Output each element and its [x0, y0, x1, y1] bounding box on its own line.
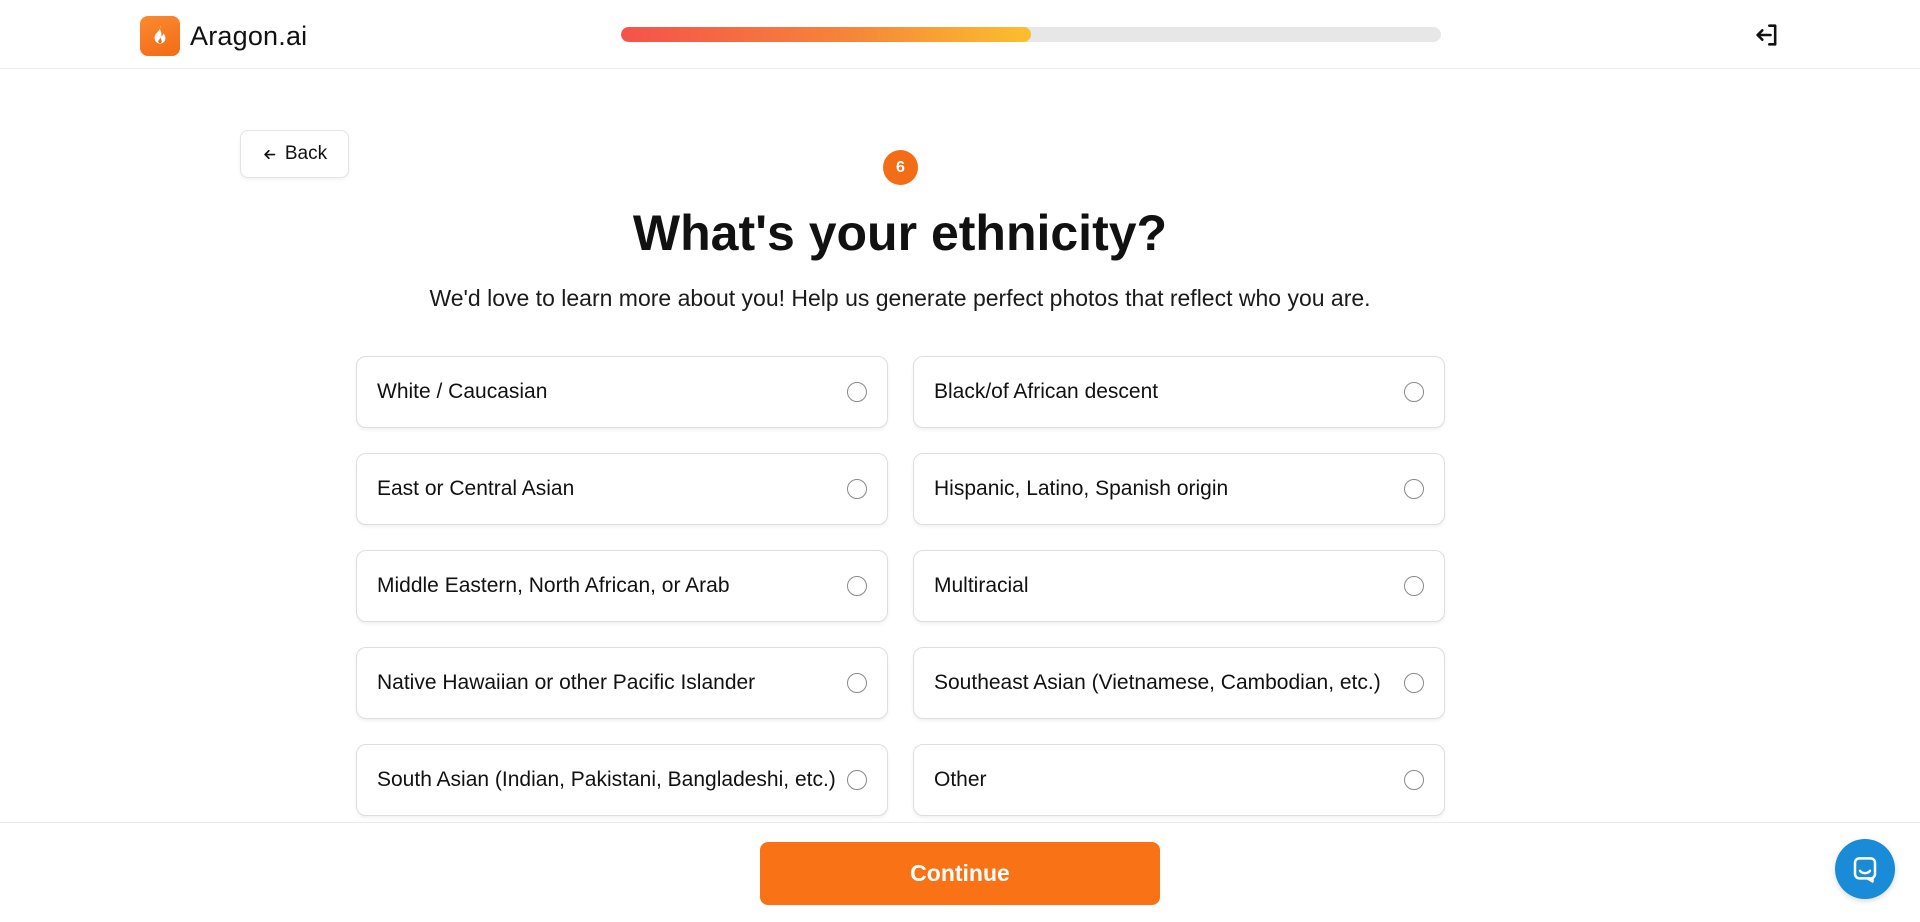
page-subtitle: We'd love to learn more about you! Help …: [429, 285, 1371, 311]
radio-button[interactable]: [847, 770, 867, 790]
option-label: White / Caucasian: [377, 380, 548, 403]
radio-button[interactable]: [847, 382, 867, 402]
chat-icon[interactable]: [1835, 839, 1895, 899]
option-label: Multiracial: [934, 574, 1029, 597]
progress-bar: [621, 27, 1441, 42]
option-white-caucasian[interactable]: White / Caucasian: [356, 356, 888, 428]
option-label: South Asian (Indian, Pakistani, Banglade…: [377, 768, 836, 791]
option-east-central-asian[interactable]: East or Central Asian: [356, 453, 888, 525]
footer-bar: Continue: [0, 822, 1920, 922]
option-southeast-asian[interactable]: Southeast Asian (Vietnamese, Cambodian, …: [913, 647, 1445, 719]
page-title: What's your ethnicity?: [632, 205, 1168, 261]
continue-button[interactable]: Continue: [760, 842, 1160, 905]
radio-button[interactable]: [1404, 479, 1424, 499]
option-black-african[interactable]: Black/of African descent: [913, 356, 1445, 428]
option-native-hawaiian[interactable]: Native Hawaiian or other Pacific Islande…: [356, 647, 888, 719]
radio-button[interactable]: [847, 576, 867, 596]
option-other[interactable]: Other: [913, 744, 1445, 816]
option-south-asian[interactable]: South Asian (Indian, Pakistani, Banglade…: [356, 744, 888, 816]
option-label: Southeast Asian (Vietnamese, Cambodian, …: [934, 671, 1381, 694]
step-badge: 6: [883, 150, 918, 185]
option-label: Native Hawaiian or other Pacific Islande…: [377, 671, 756, 694]
ethnicity-options: White / Caucasian Black/of African desce…: [356, 356, 1445, 816]
option-multiracial[interactable]: Multiracial: [913, 550, 1445, 622]
radio-button[interactable]: [1404, 382, 1424, 402]
option-hispanic-latino[interactable]: Hispanic, Latino, Spanish origin: [913, 453, 1445, 525]
radio-button[interactable]: [847, 673, 867, 693]
logout-icon[interactable]: [1752, 20, 1782, 50]
option-label: Hispanic, Latino, Spanish origin: [934, 477, 1229, 500]
option-label: East or Central Asian: [377, 477, 575, 500]
radio-button[interactable]: [1404, 673, 1424, 693]
brand-logo[interactable]: Aragon.ai: [140, 16, 307, 56]
back-button[interactable]: Back: [240, 130, 349, 178]
option-label: Black/of African descent: [934, 380, 1159, 403]
progress-fill: [621, 27, 1031, 42]
radio-button[interactable]: [1404, 770, 1424, 790]
option-label: Middle Eastern, North African, or Arab: [377, 574, 730, 597]
flame-icon: [140, 16, 180, 56]
top-bar: Aragon.ai: [0, 0, 1920, 69]
option-middle-eastern[interactable]: Middle Eastern, North African, or Arab: [356, 550, 888, 622]
option-label: Other: [934, 768, 987, 791]
radio-button[interactable]: [1404, 576, 1424, 596]
brand-name: Aragon.ai: [190, 20, 308, 51]
arrow-left-icon: [264, 149, 276, 159]
back-label: Back: [284, 143, 328, 164]
radio-button[interactable]: [847, 479, 867, 499]
